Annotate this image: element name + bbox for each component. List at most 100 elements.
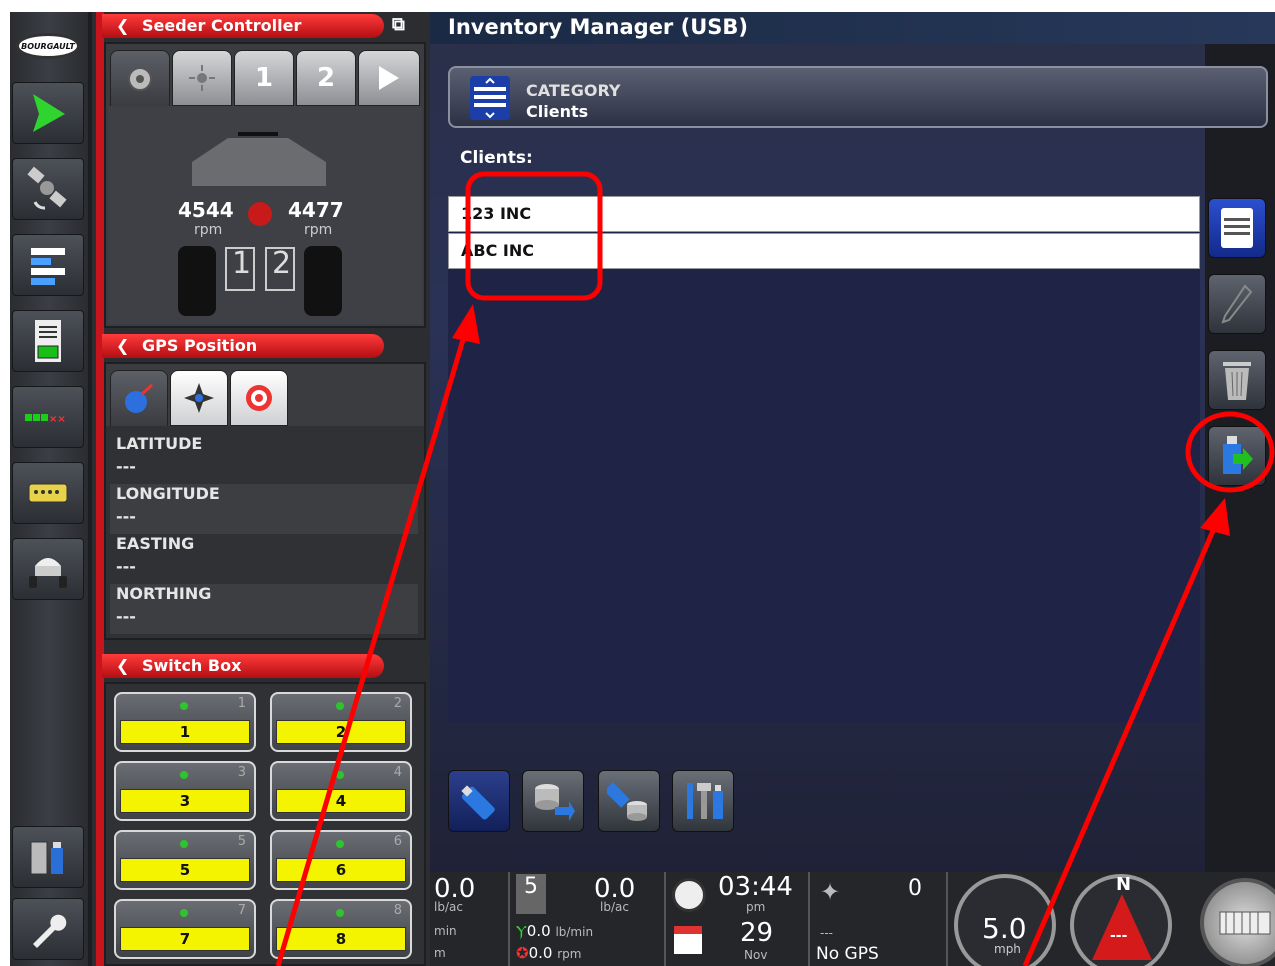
category-heading: CATEGORY bbox=[526, 81, 621, 100]
edit-button[interactable] bbox=[1208, 274, 1266, 334]
switch-label: 5 bbox=[120, 858, 250, 882]
switch-led bbox=[180, 771, 188, 779]
tab-tank-2[interactable]: 2 bbox=[296, 50, 356, 106]
status-bar: 0.0 lb/ac min m 5 0.0 lb/ac Ⲩ0.0 lb/min … bbox=[430, 872, 1275, 966]
fan-rpm-right-unit: rpm bbox=[304, 222, 333, 238]
longitude-value: --- bbox=[116, 507, 136, 526]
switch-led bbox=[180, 702, 188, 710]
inventory-manager-main: Inventory Manager (USB) CATEGORY Clients… bbox=[430, 12, 1275, 872]
switch-led bbox=[336, 702, 344, 710]
switch-7[interactable]: 77 bbox=[114, 899, 256, 959]
tablet-screen: BOURGAULT ×× ❮ Seeder Controller ⧉ 1 2 4… bbox=[10, 12, 1275, 966]
correction-status: --- bbox=[820, 926, 833, 940]
delete-button[interactable] bbox=[1208, 350, 1266, 410]
popout-icon[interactable]: ⧉ bbox=[392, 14, 405, 35]
switch-led bbox=[336, 909, 344, 917]
settings-button[interactable] bbox=[12, 898, 84, 960]
tab-fan[interactable] bbox=[110, 50, 170, 106]
switch-2[interactable]: 22 bbox=[270, 692, 412, 752]
switch-number: 8 bbox=[393, 903, 402, 918]
gps-position-header[interactable]: ❮ GPS Position bbox=[102, 334, 384, 358]
globe-icon bbox=[125, 383, 154, 413]
switch-label: 7 bbox=[120, 927, 250, 951]
section-status-button[interactable]: ×× bbox=[12, 386, 84, 448]
switchbox-icon bbox=[28, 483, 68, 503]
longitude-label: LONGITUDE bbox=[116, 484, 220, 503]
switch-box-header[interactable]: ❮ Switch Box bbox=[102, 654, 384, 678]
satellite-status-icon: ✦ bbox=[820, 878, 841, 906]
date-month: Nov bbox=[744, 948, 768, 962]
left-toolbar: BOURGAULT ×× bbox=[10, 12, 88, 966]
rate-2-unit: lb/ac bbox=[600, 900, 629, 914]
northing-label: NORTHING bbox=[116, 584, 212, 603]
tank-2-label: 2 bbox=[272, 246, 292, 281]
list-item[interactable]: 123 INC bbox=[448, 196, 1200, 232]
category-list-button[interactable] bbox=[1208, 198, 1266, 258]
list-item[interactable]: ABC INC bbox=[448, 233, 1200, 269]
rate-1-sub: min bbox=[434, 924, 457, 938]
time-value: 03:44 bbox=[718, 872, 793, 902]
fan-readout: ✪0.0 rpm bbox=[516, 944, 581, 962]
edit-pencil-icon bbox=[1221, 284, 1253, 324]
seed-sensor-icon bbox=[189, 65, 215, 91]
seed-report-button[interactable] bbox=[12, 310, 84, 372]
switch-4[interactable]: 44 bbox=[270, 761, 412, 821]
tab-next[interactable] bbox=[358, 50, 420, 106]
tab-gps-satellite[interactable] bbox=[170, 370, 228, 426]
flow-value: 0.0 bbox=[526, 922, 551, 940]
switch-1[interactable]: 11 bbox=[114, 692, 256, 752]
gps-values: LATITUDE --- LONGITUDE --- EASTING --- NORT… bbox=[106, 426, 424, 638]
category-selector[interactable]: CATEGORY Clients bbox=[448, 66, 1268, 128]
bourgault-logo: BOURGAULT bbox=[14, 18, 82, 74]
switch-8[interactable]: 88 bbox=[270, 899, 412, 959]
export-to-usb-button[interactable] bbox=[1208, 426, 1266, 486]
database-import-button[interactable] bbox=[522, 770, 584, 832]
tank-1-label: 1 bbox=[232, 246, 252, 281]
switch-box-title: Switch Box bbox=[142, 656, 242, 675]
switch-number: 7 bbox=[237, 903, 246, 918]
satellite-button[interactable] bbox=[12, 158, 84, 220]
flow-unit: lb/min bbox=[555, 925, 594, 939]
fan-icon: ✪ bbox=[516, 944, 529, 962]
usb-to-database-button[interactable] bbox=[598, 770, 660, 832]
usb-tools-button[interactable] bbox=[672, 770, 734, 832]
tab-tank-1[interactable]: 1 bbox=[234, 50, 294, 106]
flow-readout: Ⲩ0.0 lb/min bbox=[516, 922, 593, 940]
switch-number: 3 bbox=[237, 765, 246, 780]
satellite-compass-icon bbox=[184, 383, 214, 413]
implement-view-button[interactable] bbox=[1200, 878, 1275, 966]
switch-led bbox=[180, 840, 188, 848]
seeder-controller-header[interactable]: ❮ Seeder Controller bbox=[102, 14, 384, 38]
implement-icon bbox=[1219, 911, 1271, 935]
switch-5[interactable]: 55 bbox=[114, 830, 256, 890]
fan-rpm-left: 4544 bbox=[178, 198, 234, 222]
tab-gps-target[interactable] bbox=[230, 370, 288, 426]
fan-rpm-left-unit: rpm bbox=[194, 222, 223, 238]
switch-3[interactable]: 33 bbox=[114, 761, 256, 821]
tab-seed[interactable] bbox=[172, 50, 232, 106]
target-icon bbox=[246, 385, 272, 411]
guidance-arrow-icon bbox=[33, 94, 65, 132]
calendar-icon bbox=[674, 926, 702, 954]
red-rail bbox=[96, 12, 104, 966]
inventory-button[interactable] bbox=[12, 826, 84, 888]
collapse-chevron-icon: ❮ bbox=[116, 16, 130, 35]
guidance-button[interactable] bbox=[12, 82, 84, 144]
seeder-controller-title: Seeder Controller bbox=[142, 16, 302, 35]
tab-gps-globe[interactable] bbox=[110, 370, 168, 426]
seeder-cart-button[interactable] bbox=[12, 538, 84, 600]
fan-icon bbox=[128, 66, 152, 91]
page-title: Inventory Manager (USB) bbox=[430, 12, 1275, 44]
switchbox-button[interactable] bbox=[12, 462, 84, 524]
clock-cell: 03:44 pm 29 Nov bbox=[668, 872, 810, 966]
usb-drive-button[interactable] bbox=[448, 770, 510, 832]
category-list-icon bbox=[1221, 208, 1253, 248]
switch-number: 5 bbox=[237, 834, 246, 849]
switch-label: 1 bbox=[120, 720, 250, 744]
satellite-icon bbox=[27, 166, 67, 210]
layers-button[interactable] bbox=[12, 234, 84, 296]
gps-position-title: GPS Position bbox=[142, 336, 258, 355]
compass: N --- bbox=[1070, 874, 1172, 966]
category-text: CATEGORY Clients bbox=[526, 80, 621, 122]
switch-6[interactable]: 66 bbox=[270, 830, 412, 890]
